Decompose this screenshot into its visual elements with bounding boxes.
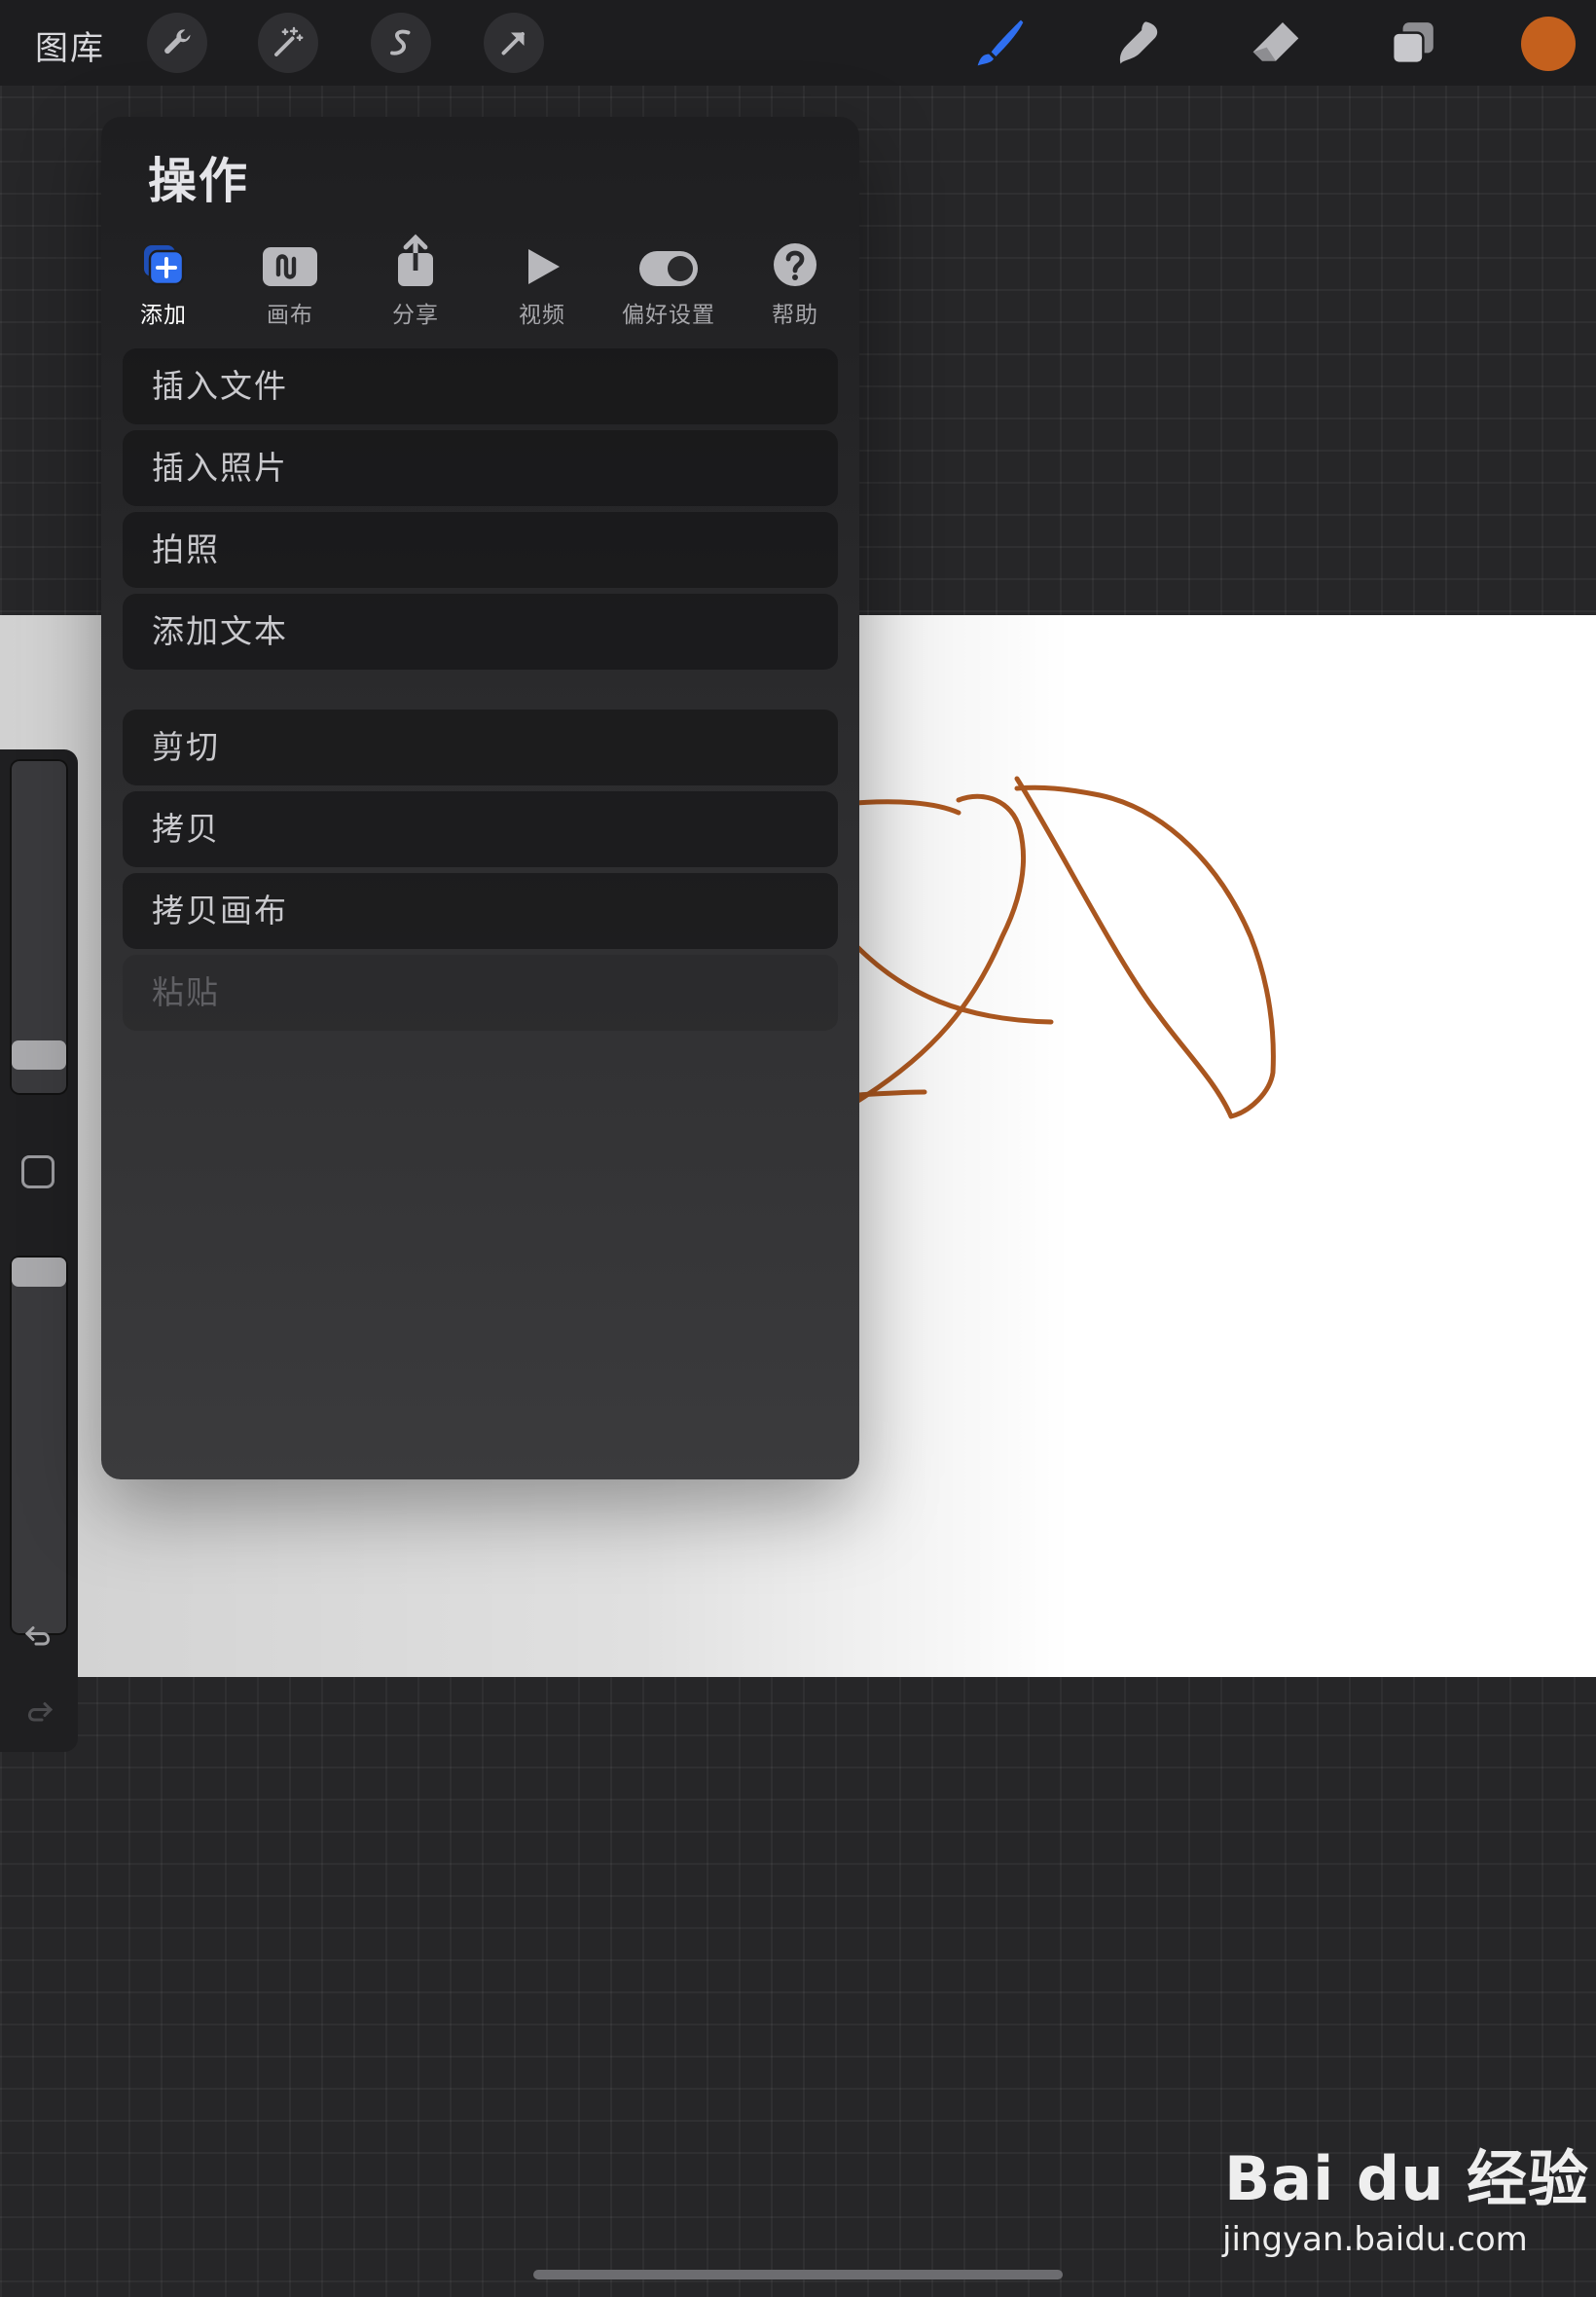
tab-share-label: 分享 (392, 303, 439, 328)
tab-help[interactable]: 帮助 (737, 228, 853, 329)
add-text-item[interactable]: 添加文本 (123, 594, 838, 670)
actions-tabs: 添加 画布 分享 视频 偏好设置 帮助 (101, 228, 859, 335)
add-icon (105, 228, 222, 288)
modifier-square-button[interactable] (21, 1155, 54, 1188)
tab-add-label: 添加 (140, 303, 187, 328)
tab-canvas[interactable]: 画布 (232, 228, 348, 329)
insert-file-item[interactable]: 插入文件 (123, 348, 838, 424)
brush-icon[interactable] (973, 16, 1028, 70)
panel-title: 操作 (148, 153, 249, 209)
tab-share[interactable]: 分享 (357, 228, 474, 329)
baidu-watermark-url: jingyan.baidu.com (1222, 2220, 1528, 2259)
tab-preferences[interactable]: 偏好设置 (610, 228, 727, 329)
wrench-icon[interactable] (147, 13, 207, 73)
tab-video-label: 视频 (519, 303, 565, 328)
canvas-icon (232, 228, 348, 288)
top-toolbar: 图库 (0, 0, 1596, 86)
copy-item[interactable]: 拷贝 (123, 791, 838, 867)
tab-preferences-label: 偏好设置 (622, 303, 715, 328)
transform-arrow-icon[interactable] (484, 13, 544, 73)
copy-canvas-item[interactable]: 拷贝画布 (123, 873, 838, 949)
help-icon (737, 228, 853, 288)
side-slider-bar (0, 749, 78, 1752)
take-photo-item[interactable]: 拍照 (123, 512, 838, 588)
layers-icon[interactable] (1386, 16, 1440, 70)
undo-icon[interactable] (21, 1618, 56, 1661)
gallery-button[interactable]: 图库 (35, 21, 105, 69)
opacity-thumb[interactable] (12, 1258, 66, 1287)
share-icon (357, 228, 474, 288)
baidu-watermark-logo: Bai du 经验 (1224, 2143, 1590, 2214)
video-play-icon (484, 228, 600, 288)
cut-item[interactable]: 剪切 (123, 710, 838, 785)
actions-panel: 操作 添加 画布 分享 视频 偏好设置 帮助 插入文件 插入照片 拍照 添加文本… (101, 117, 859, 1479)
smudge-icon[interactable] (1112, 16, 1167, 70)
magic-wand-icon[interactable] (258, 13, 318, 73)
insert-photo-item[interactable]: 插入照片 (123, 430, 838, 506)
toggle-icon (610, 228, 727, 288)
tab-add[interactable]: 添加 (105, 228, 222, 329)
home-indicator[interactable] (533, 2270, 1063, 2279)
tab-help-label: 帮助 (772, 303, 818, 328)
redo-icon[interactable] (21, 1694, 56, 1737)
brush-size-thumb[interactable] (12, 1040, 66, 1070)
color-picker-button[interactable] (1521, 17, 1576, 71)
opacity-slider[interactable] (10, 1256, 68, 1635)
selection-s-icon[interactable] (371, 13, 431, 73)
tab-canvas-label: 画布 (267, 303, 313, 328)
paste-item: 粘贴 (123, 955, 838, 1031)
eraser-icon[interactable] (1249, 16, 1303, 70)
tab-video[interactable]: 视频 (484, 228, 600, 329)
